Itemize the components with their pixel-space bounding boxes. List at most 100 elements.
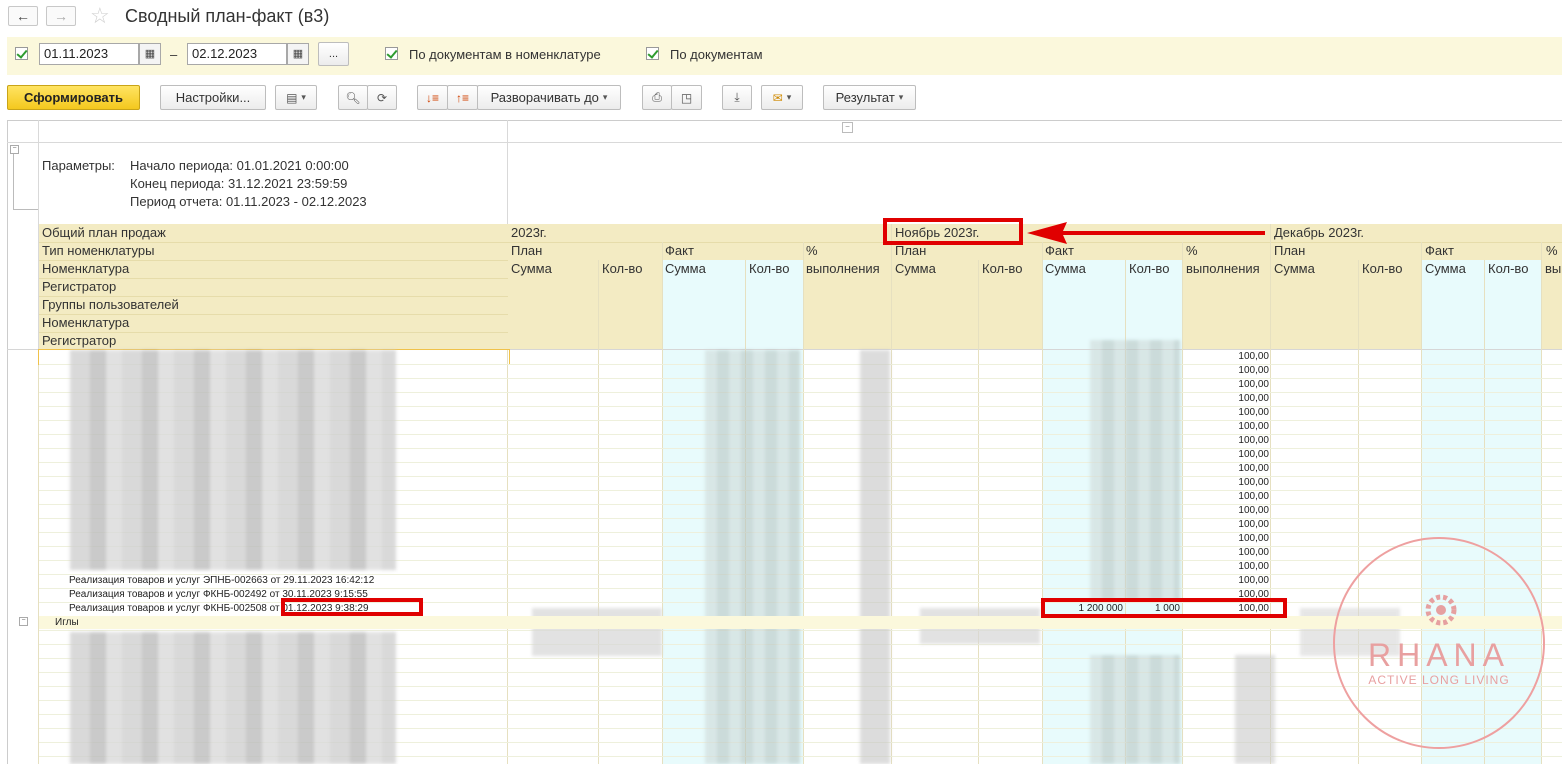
col-sum: Сумма (1274, 261, 1315, 276)
period-select-button[interactable]: ... (318, 42, 349, 66)
date-separator: – (170, 47, 178, 62)
column-resize-handle[interactable]: − (842, 122, 853, 133)
report-top-border (7, 120, 1562, 121)
col-plan: План (1274, 243, 1306, 258)
grid-line (39, 278, 508, 279)
obscured-values-block (1235, 655, 1275, 764)
pct-value: 100,00 (1238, 533, 1269, 544)
annotation-arrow (1027, 222, 1265, 244)
grid-line (978, 260, 979, 764)
calendar-icon: ▦ (144, 48, 156, 60)
pct-value: 100,00 (1238, 561, 1269, 572)
row-header: Регистратор (42, 333, 117, 348)
pct-value: 100,00 (1238, 477, 1269, 488)
col-qty: Кол-во (1488, 261, 1529, 276)
find-next-button[interactable]: ⟳ (367, 85, 397, 110)
row-header: Номенклатура (42, 315, 130, 330)
by-docs-nomenclature-label: По документам в номенклатуре (409, 47, 601, 62)
collapse-icon: ↓≡ (425, 90, 439, 105)
find-button[interactable]: 🔍︎ (338, 85, 368, 110)
envelope-icon: ✉ (772, 90, 783, 105)
col-pct-label: вы (1545, 261, 1562, 276)
grid-line (891, 224, 892, 764)
pct-value: 100,00 (1238, 449, 1269, 460)
expand-to-button[interactable]: Разворачивать до (477, 85, 621, 110)
col-sum: Сумма (1045, 261, 1086, 276)
col-pct: % (1546, 243, 1558, 258)
preview-button[interactable]: ◳ (671, 85, 702, 110)
generate-button[interactable]: Сформировать (7, 85, 140, 110)
variants-button[interactable]: ▤ (275, 85, 317, 110)
grid-line (39, 296, 508, 297)
page-title: Сводный план-факт (в3) (125, 6, 330, 26)
period-year-header: 2023г. (511, 225, 547, 240)
params-collapse-toggle[interactable]: − (10, 145, 19, 154)
pct-value: 100,00 (1238, 435, 1269, 446)
watermark-logo: RHANA ACTIVE LONG LIVING (1333, 537, 1545, 749)
pct-value: 100,00 (1238, 351, 1269, 362)
col-plan: План (895, 243, 927, 258)
pct-value: 100,00 (1238, 505, 1269, 516)
grid-line (598, 260, 599, 764)
send-button[interactable]: ✉ (761, 85, 803, 110)
calendar-from-button[interactable]: ▦ (139, 43, 161, 65)
params-start: Начало периода: 01.01.2021 0:00:00 (130, 158, 349, 173)
date-from-input[interactable]: 01.11.2023 (39, 43, 139, 65)
obscured-values-block (705, 350, 800, 764)
obscured-values-block (860, 350, 890, 764)
settings-button[interactable]: Настройки... (160, 85, 266, 110)
forward-button[interactable]: → (46, 6, 76, 26)
grid-line (39, 260, 508, 261)
grid-line (507, 349, 508, 764)
favorite-star-icon[interactable]: ☆ (90, 3, 110, 29)
obscured-names-block (70, 350, 396, 570)
calendar-icon: ▦ (292, 48, 304, 60)
calendar-to-button[interactable]: ▦ (287, 43, 309, 65)
pct-value: 100,00 (1238, 491, 1269, 502)
highlight-box-nov (883, 218, 1023, 245)
period-checkbox[interactable] (15, 47, 28, 60)
grid-line (39, 314, 508, 315)
print-button[interactable]: ⎙ (642, 85, 672, 110)
result-button[interactable]: Результат (823, 85, 916, 110)
printer-icon: ⎙ (652, 90, 662, 104)
tree-line (13, 209, 38, 210)
period-dec-header: Декабрь 2023г. (1274, 225, 1364, 240)
folder-icon: ▤ (286, 90, 298, 105)
params-end: Конец периода: 31.12.2021 23:59:59 (130, 176, 348, 191)
back-button[interactable]: ← (8, 6, 38, 26)
col-sum: Сумма (895, 261, 936, 276)
collapse-all-button[interactable]: ↓≡ (417, 85, 448, 110)
save-button[interactable]: ⤓ (722, 85, 752, 110)
col-sum: Сумма (665, 261, 706, 276)
pct-value: 100,00 (1238, 393, 1269, 404)
by-docs-nomenclature-checkbox[interactable] (385, 47, 398, 60)
expand-all-button[interactable]: ↑≡ (447, 85, 478, 110)
col-plan: План (511, 243, 543, 258)
col-qty: Кол-во (1129, 261, 1170, 276)
col-qty: Кол-во (602, 261, 643, 276)
col-pct-label: выполнения (1186, 261, 1260, 276)
date-to-input[interactable]: 02.12.2023 (187, 43, 287, 65)
search-icon: 🔍︎ (345, 90, 361, 105)
doc-row[interactable]: Реализация товаров и услуг ЭПНБ-002663 о… (69, 575, 374, 586)
download-icon: ⤓ (734, 90, 740, 104)
pct-value: 100,00 (1238, 463, 1269, 474)
tree-line (13, 154, 14, 209)
expand-icon: ↑≡ (455, 90, 469, 105)
group-label: Иглы (55, 617, 79, 628)
pct-value: 100,00 (1238, 575, 1269, 586)
arrow-left-icon: ← (16, 8, 30, 24)
by-docs-checkbox[interactable] (646, 47, 659, 60)
row-header: Группы пользователей (42, 297, 179, 312)
search-next-icon: ⟳ (376, 90, 388, 105)
print-preview-icon: ◳ (680, 90, 693, 105)
obscured-names-block (70, 632, 396, 764)
pct-value: 100,00 (1238, 421, 1269, 432)
col-qty: Кол-во (982, 261, 1023, 276)
col-qty: Кол-во (749, 261, 790, 276)
group-collapse-toggle[interactable]: − (19, 617, 28, 626)
obscured-values-block (1090, 655, 1180, 764)
pct-value: 100,00 (1238, 365, 1269, 376)
pct-value: 100,00 (1238, 379, 1269, 390)
